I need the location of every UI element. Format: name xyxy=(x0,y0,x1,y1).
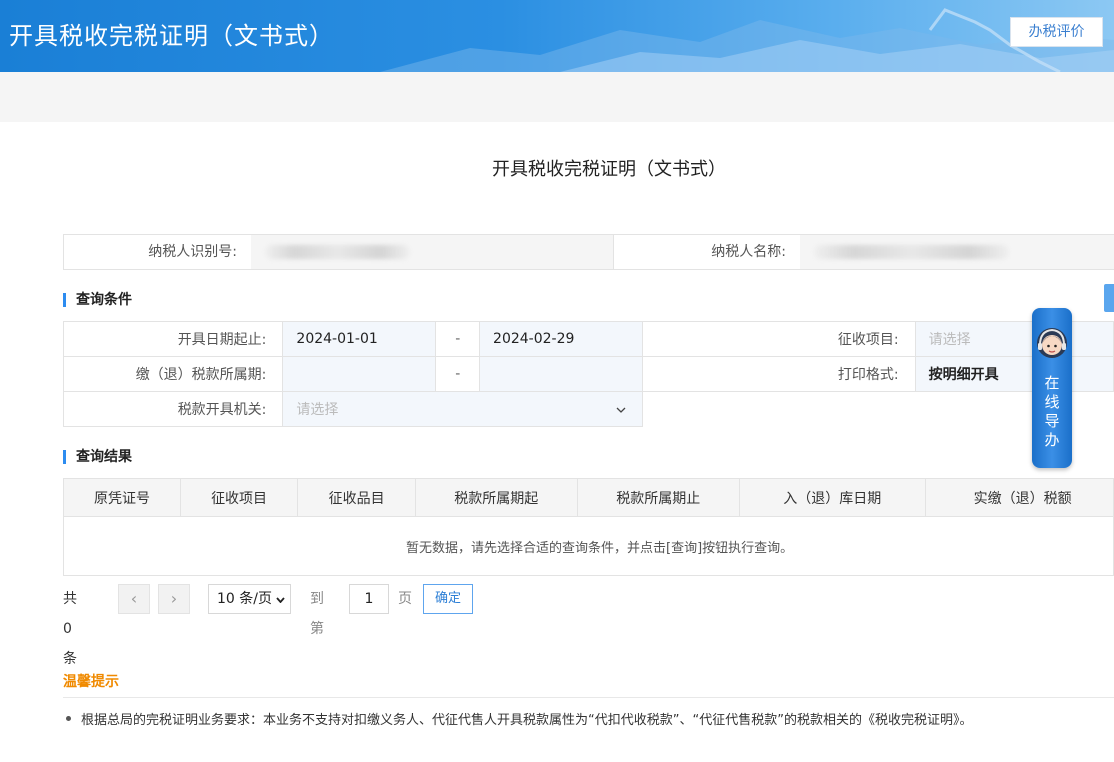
prev-page-button[interactable]: ‹ xyxy=(118,584,150,614)
customer-service-avatar-icon xyxy=(1037,328,1067,358)
page-title: 开具税收完税证明（文书式） xyxy=(492,159,726,180)
service-evaluation-button[interactable]: 办税评价 xyxy=(1010,17,1103,47)
tax-period-start-input[interactable] xyxy=(282,356,437,392)
tip-item: 根据总局的完税证明业务要求：本业务不支持对扣缴义务人、代征代售人开具税款属性为“… xyxy=(66,709,972,728)
side-tab[interactable] xyxy=(1104,284,1114,312)
date-range-label: 开具日期起止: xyxy=(62,321,284,357)
toolbar-strip xyxy=(0,72,1114,122)
results-section-title: 查询结果 xyxy=(63,450,132,464)
online-guide-label: 在线导办 xyxy=(1044,374,1060,449)
col-header: 征收品目 xyxy=(297,478,417,517)
collect-item-label: 征收项目: xyxy=(641,321,916,357)
period-separator: - xyxy=(435,356,481,392)
query-section-title: 查询条件 xyxy=(63,293,132,307)
page-size-value: 10 条/页 xyxy=(217,591,272,607)
tip-text: 根据总局的完税证明业务要求：本业务不支持对扣缴义务人、代征代售人开具税款属性为“… xyxy=(81,713,973,728)
page-number-input[interactable]: 1 xyxy=(349,584,389,614)
print-format-label: 打印格式: xyxy=(641,356,916,392)
page-size-select[interactable]: 10 条/页 xyxy=(208,584,291,614)
online-guide-widget[interactable]: 在线导办 xyxy=(1032,308,1072,468)
date-end-input[interactable]: 2024-02-29 xyxy=(479,321,643,357)
bullet-icon xyxy=(66,716,71,721)
date-start-input[interactable]: 2024-01-01 xyxy=(282,321,437,357)
col-header: 入（退）库日期 xyxy=(738,478,926,517)
app-header: 开具税收完税证明（文书式） 办税评价 xyxy=(0,0,1114,72)
tax-period-end-input[interactable] xyxy=(479,356,643,392)
goto-confirm-button[interactable]: 确定 xyxy=(423,584,473,614)
results-table: 原凭证号 征收项目 征收品目 税款所属期起 税款所属期止 入（退）库日期 实缴（… xyxy=(62,478,1114,576)
taxpayer-name-value xyxy=(800,235,1114,269)
chevron-down-icon xyxy=(616,407,626,413)
col-header: 税款所属期起 xyxy=(415,478,578,517)
next-page-button[interactable]: › xyxy=(158,584,190,614)
empty-state-message: 暂无数据，请先选择合适的查询条件，并点击[查询]按钮执行查询。 xyxy=(63,516,1114,576)
col-header: 原凭证号 xyxy=(62,478,182,517)
tips-title: 温馨提示 xyxy=(63,674,119,690)
query-form: 开具日期起止: 2024-01-01 - 2024-02-29 征收项目: 请选… xyxy=(62,321,1114,427)
col-header: 税款所属期止 xyxy=(576,478,740,517)
col-header: 实缴（退）税额 xyxy=(924,478,1114,517)
print-format-select[interactable]: 按明细开具 xyxy=(914,356,1114,392)
divider xyxy=(63,697,1114,698)
taxpayer-info-row: 纳税人识别号: 纳税人名称: xyxy=(63,234,1114,270)
goto-label: 到第 xyxy=(310,591,324,637)
redacted-text xyxy=(814,245,1009,259)
date-separator: - xyxy=(435,321,481,357)
tax-office-placeholder: 请选择 xyxy=(296,402,339,418)
taxpayer-name-label: 纳税人名称: xyxy=(613,235,800,269)
tax-office-label: 税款开具机关: xyxy=(62,391,284,427)
app-title: 开具税收完税证明（文书式） xyxy=(9,22,334,50)
chevron-down-icon xyxy=(276,597,285,603)
col-header: 征收项目 xyxy=(180,478,299,517)
redacted-text xyxy=(265,245,410,259)
taxpayer-id-label: 纳税人识别号: xyxy=(64,235,251,269)
collect-item-select[interactable]: 请选择 xyxy=(914,321,1114,357)
total-count: 共 0 条 xyxy=(63,591,77,667)
page-unit-label: 页 xyxy=(398,591,412,607)
tax-office-select[interactable]: 请选择 xyxy=(282,391,643,427)
tax-period-label: 缴（退）税款所属期: xyxy=(62,356,284,392)
taxpayer-id-value xyxy=(251,235,613,269)
